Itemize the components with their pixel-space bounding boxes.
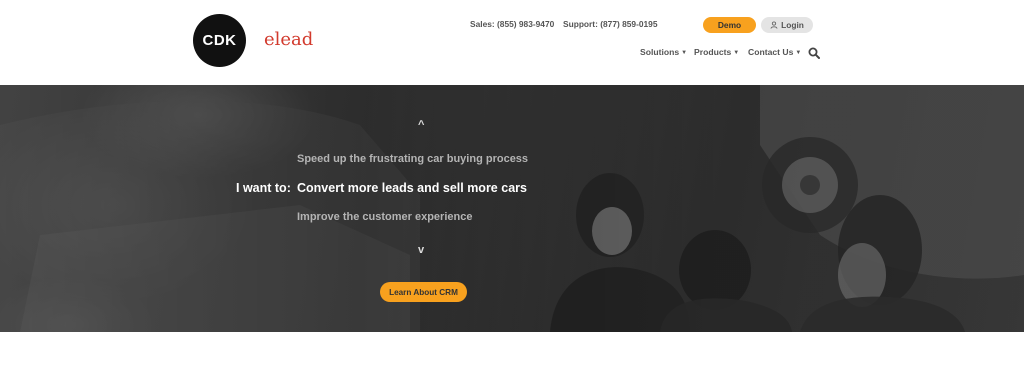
cdk-logo[interactable]: CDK xyxy=(193,14,246,67)
sales-phone[interactable]: Sales: (855) 983-9470 xyxy=(470,19,554,29)
login-button[interactable]: Login xyxy=(761,17,813,33)
nav-solutions-label: Solutions xyxy=(640,47,680,57)
nav-contact-us[interactable]: Contact Us ▼ xyxy=(748,47,801,57)
caret-down-icon: ▼ xyxy=(795,50,802,56)
support-phone[interactable]: Support: (877) 859-0195 xyxy=(563,19,658,29)
nav-contact-label: Contact Us xyxy=(748,47,794,57)
demo-button[interactable]: Demo xyxy=(703,17,756,33)
brand-name[interactable]: elead xyxy=(264,29,313,50)
goal-option-selected[interactable]: Convert more leads and sell more cars xyxy=(297,181,527,195)
caret-down-icon: ▼ xyxy=(733,50,740,56)
user-icon xyxy=(770,21,778,29)
hero-section: ^ Speed up the frustrating car buying pr… xyxy=(0,85,1024,332)
hero-overlay xyxy=(0,85,1024,332)
search-icon[interactable] xyxy=(808,47,820,59)
login-label: Login xyxy=(781,20,804,30)
goal-option[interactable]: Speed up the frustrating car buying proc… xyxy=(297,153,528,165)
caret-down-icon: ▼ xyxy=(681,50,688,56)
logo-text: CDK xyxy=(202,32,237,49)
nav-products[interactable]: Products ▼ xyxy=(694,47,739,57)
chevron-up-icon[interactable]: ^ xyxy=(418,119,424,131)
learn-about-crm-button[interactable]: Learn About CRM xyxy=(380,282,467,302)
nav-solutions[interactable]: Solutions ▼ xyxy=(640,47,687,57)
goal-prompt-label: I want to: xyxy=(236,181,291,195)
goal-option[interactable]: Improve the customer experience xyxy=(297,211,472,223)
nav-products-label: Products xyxy=(694,47,732,57)
site-header: CDK elead Sales: (855) 983-9470 Support:… xyxy=(0,0,1024,85)
chevron-down-icon[interactable]: v xyxy=(418,244,424,256)
